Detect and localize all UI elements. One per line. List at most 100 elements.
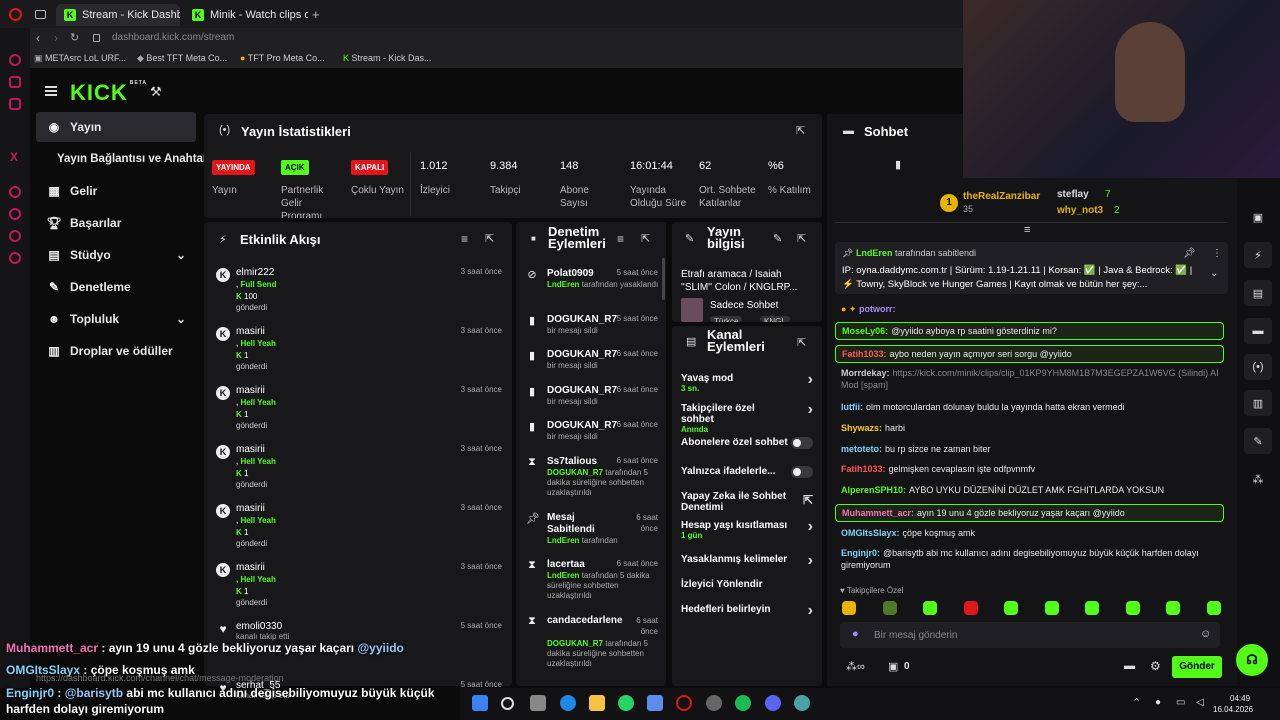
- filter-icon[interactable]: ≡: [617, 232, 624, 246]
- popout-icon[interactable]: ⇱: [641, 232, 650, 245]
- chat-username[interactable]: Fatih1033:: [841, 464, 886, 474]
- bookmark-metasrc[interactable]: ▣ METAsrc LoL URF...: [34, 53, 126, 64]
- chat-username[interactable]: Shywazs:: [841, 423, 882, 433]
- bookmark-tft-pro[interactable]: ● TFT Pro Meta Co...: [240, 53, 325, 63]
- chat-bubble-icon[interactable]: ▬: [1124, 660, 1135, 672]
- wrench-icon[interactable]: ✎: [1244, 428, 1272, 454]
- rail-box-icon[interactable]: [9, 230, 21, 242]
- pin-icon[interactable]: 📌︎: [1183, 248, 1196, 259]
- channel-action-item[interactable]: Yasaklanmış kelimeler ›: [681, 552, 815, 569]
- rail-settings-icon[interactable]: [9, 252, 21, 264]
- support-button[interactable]: ☊: [1236, 644, 1268, 676]
- hamburger-menu-icon[interactable]: [45, 86, 57, 96]
- moderation-target[interactable]: DOGUKAN_R7: [547, 349, 617, 360]
- users-icon[interactable]: ⁂: [1244, 466, 1272, 492]
- rail-ai-icon[interactable]: [9, 54, 21, 66]
- popout-icon[interactable]: ⇱: [796, 124, 805, 137]
- channel-action-item[interactable]: Hesap yaşı kısıtlaması 1 gün ›: [681, 518, 815, 540]
- emote-icon[interactable]: [923, 601, 937, 615]
- channel-action-item[interactable]: Yalnızca ifadelerle...: [681, 466, 815, 478]
- moderation-actor[interactable]: LndEren: [547, 571, 579, 580]
- emoji-icon[interactable]: ☺: [1200, 628, 1211, 640]
- chat-username[interactable]: MoseLy06:: [842, 326, 888, 336]
- emote-icon[interactable]: [963, 601, 978, 615]
- app-icon[interactable]: [794, 695, 810, 711]
- reload-icon[interactable]: ↻: [70, 31, 79, 44]
- sidebar-item-droplar[interactable]: ▥ Droplar ve ödüller: [36, 336, 196, 366]
- event-user[interactable]: emoli0330: [236, 621, 282, 632]
- rail-whatsapp-icon[interactable]: [9, 98, 21, 110]
- emote-icon[interactable]: [1044, 601, 1059, 615]
- filter-icon[interactable]: ≡: [461, 232, 468, 246]
- sidebar-item-topluluk[interactable]: ☻ Topluluk ⌄: [36, 304, 192, 334]
- channel-action-item[interactable]: Hedefleri belirleyin ›: [681, 602, 815, 619]
- moderation-target[interactable]: Mesaj Sabitlendi: [547, 512, 617, 536]
- moderation-target[interactable]: Polat0909: [547, 268, 594, 279]
- edge-icon[interactable]: [560, 695, 576, 711]
- event-user[interactable]: masirii: [236, 385, 265, 396]
- trash-icon[interactable]: ▮: [895, 158, 901, 171]
- sidebar-item-yayin-baglantisi[interactable]: Yayın Bağlantısı ve Anahtarı: [50, 144, 211, 174]
- emote-icon[interactable]: [1085, 601, 1099, 615]
- rail-history-icon[interactable]: [9, 208, 21, 220]
- network-icon[interactable]: ▭: [1176, 697, 1185, 708]
- tools-icon[interactable]: ⚒: [150, 84, 162, 100]
- chat-username[interactable]: lutfii:: [841, 402, 863, 412]
- toggle-switch[interactable]: [791, 466, 813, 478]
- moderation-target[interactable]: DOGUKAN_R7: [547, 314, 617, 325]
- steam-icon[interactable]: [735, 695, 751, 711]
- popout-icon[interactable]: ⇱: [797, 232, 806, 245]
- scrollbar[interactable]: [662, 258, 665, 300]
- chat-username[interactable]: Enginjr0:: [841, 548, 880, 558]
- whatsapp-icon[interactable]: [618, 695, 634, 711]
- send-button[interactable]: Gönder: [1172, 656, 1222, 678]
- list-icon[interactable]: ▥: [1244, 390, 1272, 416]
- chat-username[interactable]: potworr:: [859, 304, 896, 314]
- edit-icon[interactable]: ✎: [773, 232, 782, 245]
- sidebar-item-studyo[interactable]: ▤ Stüdyo ⌄: [36, 240, 192, 270]
- moderation-actor[interactable]: LndEren: [547, 280, 579, 289]
- channel-action-item[interactable]: İzleyici Yönlendir: [681, 579, 815, 590]
- discord-icon[interactable]: [765, 695, 781, 711]
- channel-action-item[interactable]: Takipçilere özel sohbet Anında ›: [681, 401, 815, 434]
- chat-username[interactable]: Morrdekay:: [841, 368, 890, 378]
- search-icon[interactable]: [501, 697, 514, 710]
- tab-minik-clips[interactable]: K Minik - Watch clips on Kick: [184, 4, 308, 26]
- rail-messenger-icon[interactable]: [9, 76, 21, 88]
- new-tab-button[interactable]: +: [312, 7, 320, 22]
- screen-icon[interactable]: ▣: [1244, 204, 1272, 230]
- volume-icon[interactable]: ◁: [1196, 697, 1204, 708]
- event-user[interactable]: elmir222: [236, 267, 274, 278]
- sidebar-item-gelir[interactable]: ▦ Gelir: [36, 176, 196, 206]
- windows-start-icon[interactable]: [472, 695, 488, 711]
- event-user[interactable]: masirii: [236, 562, 265, 573]
- task-view-icon[interactable]: [530, 695, 546, 711]
- popout-icon[interactable]: ⇱: [797, 336, 806, 349]
- moderation-actor[interactable]: LndEren: [547, 536, 579, 545]
- event-user[interactable]: masirii: [236, 326, 265, 337]
- opera-icon[interactable]: [676, 695, 692, 711]
- mic-tray-icon[interactable]: ●: [1155, 697, 1161, 708]
- event-user[interactable]: masirii: [236, 444, 265, 455]
- rail-music-icon[interactable]: [9, 186, 21, 198]
- app-icon[interactable]: [647, 695, 663, 711]
- back-icon[interactable]: ‹: [36, 31, 40, 45]
- mic-icon[interactable]: ●: [852, 628, 859, 640]
- app-icon[interactable]: [706, 695, 722, 711]
- sidebar-item-denetleme[interactable]: ✎ Denetleme: [36, 272, 196, 302]
- chat-username[interactable]: AlperenSPH10:: [841, 485, 906, 495]
- moderation-target[interactable]: Ss7talious: [547, 456, 597, 467]
- channel-action-item[interactable]: Yapay Zeka ile Sohbet Denetimi ⇱: [681, 491, 815, 513]
- moderation-target[interactable]: lacertaa: [547, 559, 585, 570]
- chat-username[interactable]: Muhammett_acr:: [842, 508, 914, 518]
- moderation-target[interactable]: candacedarlene: [547, 615, 623, 627]
- emote-icon[interactable]: [842, 601, 856, 615]
- kick-logo[interactable]: KICK BETA: [70, 80, 147, 106]
- tab-kick-dashboard[interactable]: K Stream - Kick Dashboard: [56, 4, 180, 26]
- bookmark-kick[interactable]: K Stream - Kick Das...: [343, 53, 432, 63]
- opera-logo-icon[interactable]: [9, 8, 22, 21]
- emote-icon[interactable]: [1166, 601, 1180, 615]
- popout-icon[interactable]: ⇱: [485, 232, 494, 245]
- emote-icon[interactable]: [1004, 601, 1018, 615]
- moderation-target[interactable]: DOGUKAN_R7: [547, 420, 617, 431]
